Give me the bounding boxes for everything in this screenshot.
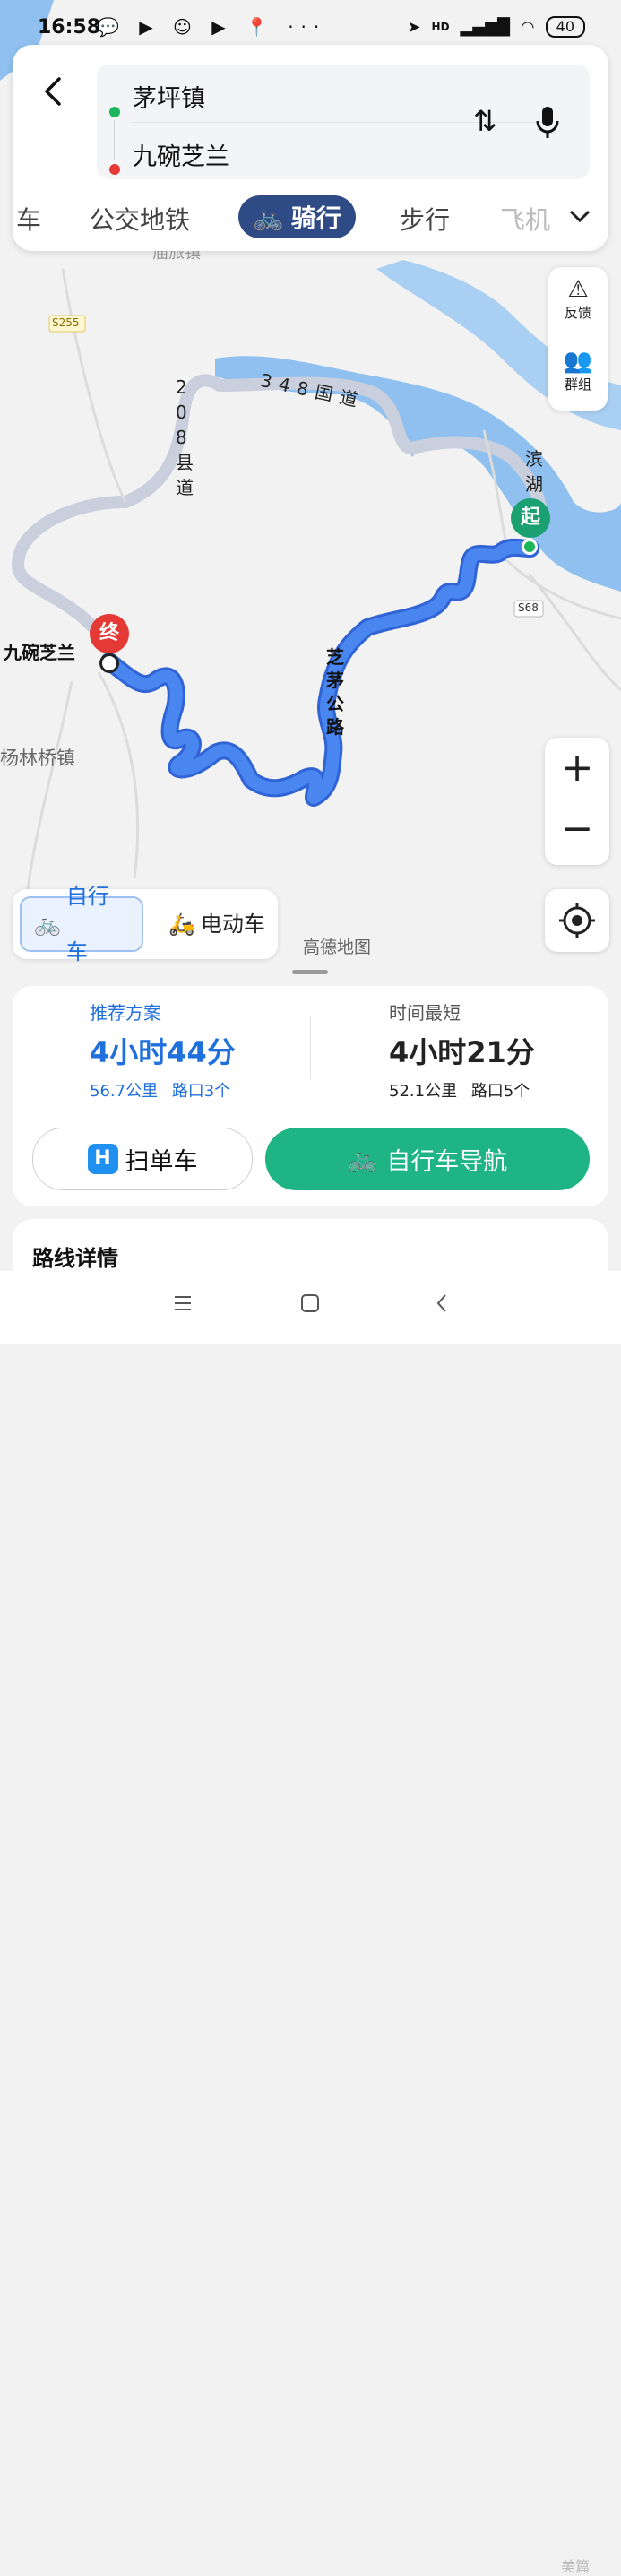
hellobike-icon: H <box>87 1144 118 1174</box>
feedback-icon: ⚠ <box>567 276 589 303</box>
microphone-icon[interactable] <box>534 104 561 140</box>
group-button[interactable]: 👥 群组 <box>548 348 608 393</box>
ebike-icon: 🛵 <box>168 912 195 937</box>
route-search-card: 茅坪镇 九碗芝兰 ⇅ 车 公交地铁 🚲 骑行 步行 飞机 <box>13 45 608 251</box>
status-right: ➤ HD ▂▄▆█ ◠ 40 <box>407 16 585 38</box>
map-label-road-zhimao: 芝茅公路 <box>326 646 344 738</box>
plan-fastest[interactable]: 时间最短 4小时21分 52.1公里 路口5个 <box>389 998 535 1102</box>
status-time: 16:58 <box>38 16 101 39</box>
map-label-s68: S68 <box>518 601 539 614</box>
home-icon[interactable] <box>299 1292 321 1314</box>
map-label-road-208: 208县道 <box>176 376 194 498</box>
tab-cycling-label: 骑行 <box>290 203 341 233</box>
tab-walking[interactable]: 步行 <box>400 201 450 237</box>
bicycle-icon: 🚲 <box>34 912 61 937</box>
bike-navigation-button[interactable]: 🚲 自行车导航 <box>265 1128 590 1190</box>
tab-flight[interactable]: 飞机 <box>500 201 550 237</box>
status-app-icons: 💬 ▶ ☺ ▶ 📍 ··· <box>97 16 327 38</box>
ebike-option[interactable]: 🛵 电动车 <box>156 896 278 952</box>
locate-button[interactable] <box>545 889 609 952</box>
plan-duration: 4小时21分 <box>389 1035 535 1069</box>
zoom-controls: + − <box>545 738 609 865</box>
start-pin-dot <box>522 539 538 555</box>
end-marker[interactable]: 终 <box>90 614 129 653</box>
plan-meta: 56.7公里 路口3个 <box>90 1078 236 1102</box>
route-plans-panel: 推荐方案 4小时44分 56.7公里 路口3个 时间最短 4小时21分 52.1… <box>13 986 608 1206</box>
destination-input[interactable]: 九碗芝兰 <box>133 137 229 172</box>
location-icon: ➤ <box>407 17 421 37</box>
plan-junctions: 路口5个 <box>470 1082 530 1101</box>
battery-indicator: 40 <box>545 16 585 38</box>
panel-drag-handle[interactable] <box>292 970 328 974</box>
plan-duration: 4小时44分 <box>90 1035 236 1069</box>
network-label: HD <box>431 21 450 33</box>
plan-distance: 52.1公里 <box>389 1082 458 1101</box>
map-label-road-binhu: 滨湖 <box>525 448 543 495</box>
zoom-in-icon[interactable]: + <box>545 745 609 791</box>
start-marker[interactable]: 起 <box>511 498 550 538</box>
bicycle-option-label: 自行车 <box>65 884 109 964</box>
feedback-label: 反馈 <box>564 305 591 321</box>
map-label-s255: S255 <box>52 316 80 329</box>
vehicle-toggle: 🚲 自行车 🛵 电动车 <box>13 884 278 964</box>
back-icon[interactable] <box>36 73 72 109</box>
zoom-out-icon[interactable]: − <box>545 806 609 851</box>
map-watermark: 高德地图 <box>303 938 372 957</box>
crosshair-icon <box>559 903 595 938</box>
start-marker-label: 起 <box>520 506 540 529</box>
plan-meta: 52.1公里 路口5个 <box>389 1078 535 1102</box>
route-details-title: 路线详情 <box>32 1246 118 1271</box>
end-pin-dot <box>99 653 119 673</box>
tab-cycling[interactable]: 🚲 骑行 <box>238 195 356 238</box>
origin-dot-icon <box>109 107 120 117</box>
plan-junctions: 路口3个 <box>171 1082 231 1101</box>
plan-recommended[interactable]: 推荐方案 4小时44分 56.7公里 路口3个 <box>90 998 236 1102</box>
tab-transit[interactable]: 公交地铁 <box>90 201 190 237</box>
chevron-down-icon[interactable] <box>567 206 592 226</box>
map-label-destination: 九碗芝兰 <box>4 642 75 663</box>
map-side-tools: ⚠ 反馈 👥 群组 <box>548 267 608 411</box>
ebike-option-label: 电动车 <box>200 912 265 937</box>
destination-dot-icon <box>109 164 120 175</box>
wifi-icon: ◠ <box>520 17 535 37</box>
map-label-town-yanglin: 杨林桥镇 <box>0 748 75 769</box>
system-nav-bar: 美篇 <box>0 1271 621 2575</box>
bicycle-icon: 🚲 <box>253 202 284 232</box>
plan-label: 时间最短 <box>389 1002 461 1024</box>
inputs-connector <box>114 120 115 160</box>
feedback-button[interactable]: ⚠ 反馈 <box>548 276 608 322</box>
menu-icon[interactable] <box>172 1292 194 1314</box>
group-icon: 👥 <box>563 348 593 375</box>
route-inputs: 茅坪镇 九碗芝兰 ⇅ <box>97 65 590 179</box>
back-nav-icon[interactable] <box>432 1292 453 1314</box>
plans-divider <box>310 1016 311 1079</box>
transport-tabs: 车 公交地铁 🚲 骑行 步行 飞机 <box>13 194 608 238</box>
route-details-header[interactable]: 路线详情 <box>13 1219 608 1273</box>
scan-bike-label: 扫单车 <box>125 1147 198 1176</box>
origin-input[interactable]: 茅坪镇 <box>133 79 205 114</box>
corner-watermark: 美篇 <box>561 2558 591 2575</box>
bike-navigation-label: 自行车导航 <box>386 1147 508 1176</box>
plan-label: 推荐方案 <box>90 1002 161 1024</box>
tab-car[interactable]: 车 <box>16 201 41 237</box>
bicycle-option[interactable]: 🚲 自行车 <box>20 884 143 964</box>
signal-icon: ▂▄▆█ <box>460 17 510 37</box>
end-marker-label: 终 <box>99 622 119 644</box>
scan-bike-button[interactable]: H 扫单车 <box>32 1128 253 1190</box>
plan-distance: 56.7公里 <box>90 1082 159 1101</box>
group-label: 群组 <box>564 376 591 393</box>
swap-icon[interactable]: ⇅ <box>473 104 497 138</box>
bicycle-icon: 🚲 <box>347 1145 378 1173</box>
